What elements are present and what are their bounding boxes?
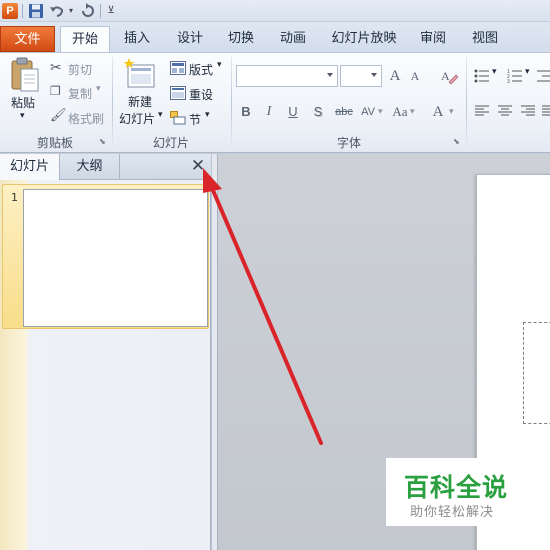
- undo-icon[interactable]: [49, 3, 65, 19]
- tab-transitions[interactable]: 切换: [216, 26, 266, 52]
- group-label-slides: 幻灯片: [152, 136, 189, 150]
- align-center-icon[interactable]: [498, 105, 512, 117]
- group-divider: [466, 57, 467, 150]
- close-panel-icon[interactable]: ✕: [189, 157, 207, 175]
- panel-splitter[interactable]: [211, 154, 218, 550]
- new-slide-dropdown-icon[interactable]: ▾: [158, 110, 163, 120]
- slides-panel: 幻灯片 大纲 ✕ 1: [0, 154, 211, 550]
- watermark-subtitle: 助你轻松解决: [410, 505, 495, 520]
- section-icon[interactable]: [170, 111, 186, 125]
- align-left-icon[interactable]: [475, 105, 489, 117]
- font-size-combo[interactable]: [340, 65, 382, 87]
- align-right-icon[interactable]: [521, 105, 535, 117]
- powerpoint-app-icon[interactable]: P: [2, 3, 18, 19]
- tab-slideshow[interactable]: 幻灯片放映: [324, 26, 404, 52]
- undo-dropdown-icon[interactable]: ▾: [66, 3, 76, 19]
- toolbar-divider: [22, 4, 23, 18]
- ribbon-tab-row: 文件 开始 插入 设计 切换 动画 幻灯片放映 审阅 视图: [0, 22, 550, 53]
- group-label-clipboard: 剪贴板: [36, 136, 73, 150]
- new-slide-label[interactable]: 新建: [128, 93, 152, 110]
- tab-slides[interactable]: 幻灯片: [0, 154, 60, 180]
- reset-button[interactable]: 重设: [189, 86, 213, 103]
- tab-animations[interactable]: 动画: [268, 26, 318, 52]
- tab-insert[interactable]: 插入: [112, 26, 162, 52]
- layout-icon[interactable]: [170, 61, 186, 75]
- content-placeholder[interactable]: [523, 322, 550, 424]
- panel-tabs: 幻灯片 大纲 ✕: [0, 154, 211, 180]
- shrink-font-button[interactable]: A: [407, 65, 423, 87]
- numbering-dropdown-icon[interactable]: ▾: [525, 67, 530, 77]
- new-slide-label-2[interactable]: 幻灯片: [119, 110, 155, 127]
- bold-button[interactable]: B: [238, 101, 254, 123]
- spacing-dropdown-icon[interactable]: ▾: [378, 107, 383, 117]
- redo-icon[interactable]: [80, 3, 96, 19]
- tab-design[interactable]: 设计: [165, 26, 215, 52]
- format-painter-button[interactable]: 格式刷: [68, 110, 104, 127]
- bullets-icon[interactable]: [474, 69, 490, 83]
- italic-button[interactable]: I: [262, 101, 276, 123]
- svg-text:A: A: [441, 69, 450, 83]
- cut-icon[interactable]: ✂: [50, 60, 62, 76]
- numbering-icon[interactable]: 1 2 3: [507, 69, 523, 83]
- quick-access-toolbar: P ▾ ⊻: [0, 0, 550, 22]
- tab-view[interactable]: 视图: [462, 26, 508, 52]
- dialog-launcher-icon[interactable]: ⬊: [99, 137, 109, 147]
- customize-toolbar-icon[interactable]: ⊻: [106, 3, 116, 19]
- section-dropdown-icon[interactable]: ▾: [205, 110, 210, 120]
- new-slide-icon[interactable]: [124, 57, 156, 91]
- font-name-dropdown-icon[interactable]: [327, 73, 333, 77]
- tab-outline[interactable]: 大纲: [60, 154, 120, 180]
- copy-dropdown-icon[interactable]: ▾: [96, 84, 101, 94]
- layout-dropdown-icon[interactable]: ▾: [217, 60, 222, 70]
- ribbon: 粘贴 ▾ ✂ 剪切 ❐ 复制 ▾ 🖌 格式刷 剪贴板 ⬊ 新建 幻灯片 ▾ 版式…: [0, 52, 550, 153]
- paste-label[interactable]: 粘贴: [11, 94, 35, 111]
- clear-formatting-icon[interactable]: A: [440, 67, 458, 85]
- slide-thumbnail[interactable]: [23, 189, 208, 327]
- tab-home[interactable]: 开始: [60, 26, 110, 53]
- tab-review[interactable]: 审阅: [410, 26, 456, 52]
- reset-icon[interactable]: [170, 86, 186, 100]
- toolbar-divider: [100, 4, 101, 18]
- cut-button[interactable]: 剪切: [68, 61, 92, 78]
- decrease-indent-icon[interactable]: [537, 69, 550, 83]
- copy-button[interactable]: 复制: [68, 85, 92, 102]
- format-painter-icon[interactable]: 🖌: [50, 108, 67, 123]
- group-label-font: 字体: [336, 136, 361, 150]
- font-color-dropdown-icon[interactable]: ▾: [449, 107, 454, 117]
- paste-icon[interactable]: [10, 57, 40, 93]
- bullets-dropdown-icon[interactable]: ▾: [492, 67, 497, 77]
- svg-text:3: 3: [507, 79, 510, 83]
- watermark: 百科全说 助你轻松解决: [386, 458, 550, 526]
- font-name-combo[interactable]: [236, 65, 338, 87]
- tab-file[interactable]: 文件: [0, 26, 55, 52]
- font-size-dropdown-icon[interactable]: [371, 73, 377, 77]
- justify-icon[interactable]: [542, 105, 550, 117]
- change-case-button[interactable]: Aa: [389, 101, 411, 123]
- case-dropdown-icon[interactable]: ▾: [410, 107, 415, 117]
- save-icon[interactable]: [28, 3, 44, 19]
- paste-dropdown-icon[interactable]: ▾: [20, 111, 25, 121]
- slide-number: 1: [11, 191, 18, 204]
- font-color-button[interactable]: A: [430, 101, 446, 123]
- strikethrough-button[interactable]: abc: [334, 101, 354, 123]
- grow-font-button[interactable]: A: [386, 65, 404, 87]
- copy-icon[interactable]: ❐: [50, 84, 61, 98]
- underline-button[interactable]: U: [285, 101, 301, 123]
- slide-thumbnail-item[interactable]: 1: [2, 184, 209, 329]
- section-button[interactable]: 节: [189, 111, 201, 128]
- text-shadow-button[interactable]: S: [310, 101, 326, 123]
- dialog-launcher-icon[interactable]: ⬊: [453, 137, 463, 147]
- watermark-title: 百科全说: [404, 473, 509, 502]
- layout-button[interactable]: 版式: [189, 61, 213, 78]
- character-spacing-button[interactable]: AV: [358, 101, 378, 123]
